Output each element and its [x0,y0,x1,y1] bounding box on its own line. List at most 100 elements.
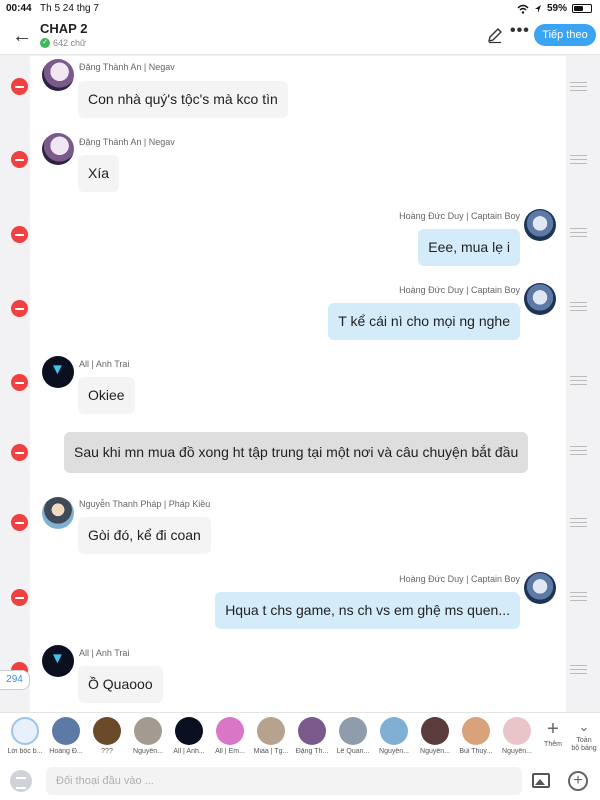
message-counter-badge[interactable]: 294 [0,670,30,690]
sender-name: Hoàng Đức Duy | Captain Boy [399,211,520,221]
character-item[interactable]: Đặng Th... [292,717,332,755]
character-avatar [462,717,490,745]
sender-name: All | Anh Trai [79,648,130,658]
character-item[interactable]: Lê Quan... [333,717,373,755]
character-label: Nguyễn... [420,748,450,755]
status-time: 00:44 [6,3,32,14]
narration-toggle-icon[interactable] [10,770,32,792]
delete-message-icon[interactable] [11,444,28,461]
message-bubble[interactable]: Okiee [78,377,135,414]
add-circle-icon[interactable]: + [568,771,588,791]
character-label: Lời bốc b... [7,748,43,755]
message-bubble[interactable]: Eee, mua lẹ i [418,229,520,266]
pencil-icon[interactable] [486,26,504,44]
avatar[interactable] [524,209,556,241]
dialogue-input[interactable] [46,767,522,795]
delete-message-icon[interactable] [11,226,28,243]
drag-handle-icon[interactable] [570,228,587,237]
character-avatar [421,717,449,745]
status-right: 59% [517,3,592,14]
drag-handle-icon[interactable] [570,376,587,385]
drag-handle-icon[interactable] [570,665,587,674]
character-avatar [175,717,203,745]
character-avatar [298,717,326,745]
message-bubble[interactable]: Xía [78,155,120,192]
character-label: ??? [101,748,113,755]
character-label: Nguyễn... [133,748,163,755]
character-item[interactable]: Miaa | Tg... [251,717,291,755]
message-bubble[interactable]: Hqua t chs game, ns ch vs em ghệ ms quen… [215,592,520,629]
wifi-icon [517,4,529,14]
character-avatar [134,717,162,745]
battery-icon [572,4,592,13]
character-label: Hoàng Đ... [49,748,83,755]
drag-handle-icon[interactable] [570,82,587,91]
character-avatar [380,717,408,745]
avatar[interactable] [42,497,74,529]
next-chapter-button[interactable]: Tiếp theo [534,24,596,46]
delete-message-icon[interactable] [11,514,28,531]
character-avatar [11,717,39,745]
word-count-label: 642 chữ [53,38,87,48]
character-item[interactable]: ??? [87,717,127,755]
sender-name: Đặng Thành An | Negav [79,137,175,147]
character-item[interactable]: Nguyễn... [497,717,537,755]
character-item[interactable]: All | Em... [210,717,250,755]
avatar[interactable] [524,572,556,604]
delete-message-icon[interactable] [11,78,28,95]
character-label: Nguyễn... [502,748,532,755]
narrator-character[interactable]: Lời bốc b... [5,717,45,755]
character-label: Đặng Th... [295,748,329,755]
drag-handle-icon[interactable] [570,302,587,311]
character-avatar [93,717,121,745]
delete-message-icon[interactable] [11,374,28,391]
avatar[interactable] [524,283,556,315]
character-avatar [257,717,285,745]
all-characters-label-1: Toàn [576,737,592,744]
drag-handle-icon[interactable] [570,155,587,164]
avatar[interactable] [42,133,74,165]
avatar[interactable] [42,356,74,388]
sender-name: Hoàng Đức Duy | Captain Boy [399,574,520,584]
battery-percent: 59% [546,3,567,14]
avatar[interactable] [42,59,74,91]
add-character-button[interactable]: + Thêm [540,717,566,749]
delete-message-icon[interactable] [11,151,28,168]
more-dots-icon[interactable]: ••• [510,22,530,40]
message-bubble[interactable]: Con nhà quý's tộc's mà kco tìn [78,81,288,118]
delete-message-icon[interactable] [11,589,28,606]
character-label: Bùi Thuỷ... [459,748,493,755]
delete-message-icon[interactable] [11,300,28,317]
character-item[interactable]: Nguyễn... [415,717,455,755]
character-item[interactable]: Nguyễn... [374,717,414,755]
sender-name: All | Anh Trai [79,359,130,369]
image-icon[interactable] [532,773,550,788]
plus-icon: + [547,718,559,740]
message-bubble[interactable]: Ồ Quaooo [78,666,163,703]
drag-handle-icon[interactable] [570,592,587,601]
character-item[interactable]: Hoàng Đ... [46,717,86,755]
sender-name: Đặng Thành An | Negav [79,62,175,72]
character-avatar [503,717,531,745]
all-characters-button[interactable]: ⌄ Toàn bộ bảng [570,717,598,753]
sender-name: Nguyễn Thanh Pháp | Pháp Kiều [79,499,211,509]
character-bar: Lời bốc b... Hoàng Đ...??? Nguyễn... All | … [0,712,600,762]
character-label: Nguyễn... [379,748,409,755]
avatar[interactable] [42,645,74,677]
drag-handle-icon[interactable] [570,446,587,455]
all-characters-label-2: bộ bảng [571,745,597,752]
drag-handle-icon[interactable] [570,518,587,527]
status-bar: 00:44 Th 5 24 thg 7 59% [0,0,600,18]
back-arrow-icon[interactable]: ← [10,24,34,48]
character-item[interactable]: All | Anh... [169,717,209,755]
message-bubble[interactable]: T kể cái nì cho mọi ng nghe [328,303,520,340]
character-item[interactable]: Bùi Thuỷ... [456,717,496,755]
chevron-down-icon: ⌄ [578,719,590,734]
character-avatar [339,717,367,745]
chapter-header: ← CHAP 2 ✓ 642 chữ ••• Tiếp theo [0,18,600,55]
character-item[interactable]: Nguyễn... [128,717,168,755]
character-avatar [52,717,80,745]
message-bubble[interactable]: Gòi đó, kể đi coan [78,517,211,554]
narration-bubble[interactable]: Sau khi mn mua đồ xong ht tập trung tại … [64,432,529,473]
character-label: All | Anh... [173,748,205,755]
